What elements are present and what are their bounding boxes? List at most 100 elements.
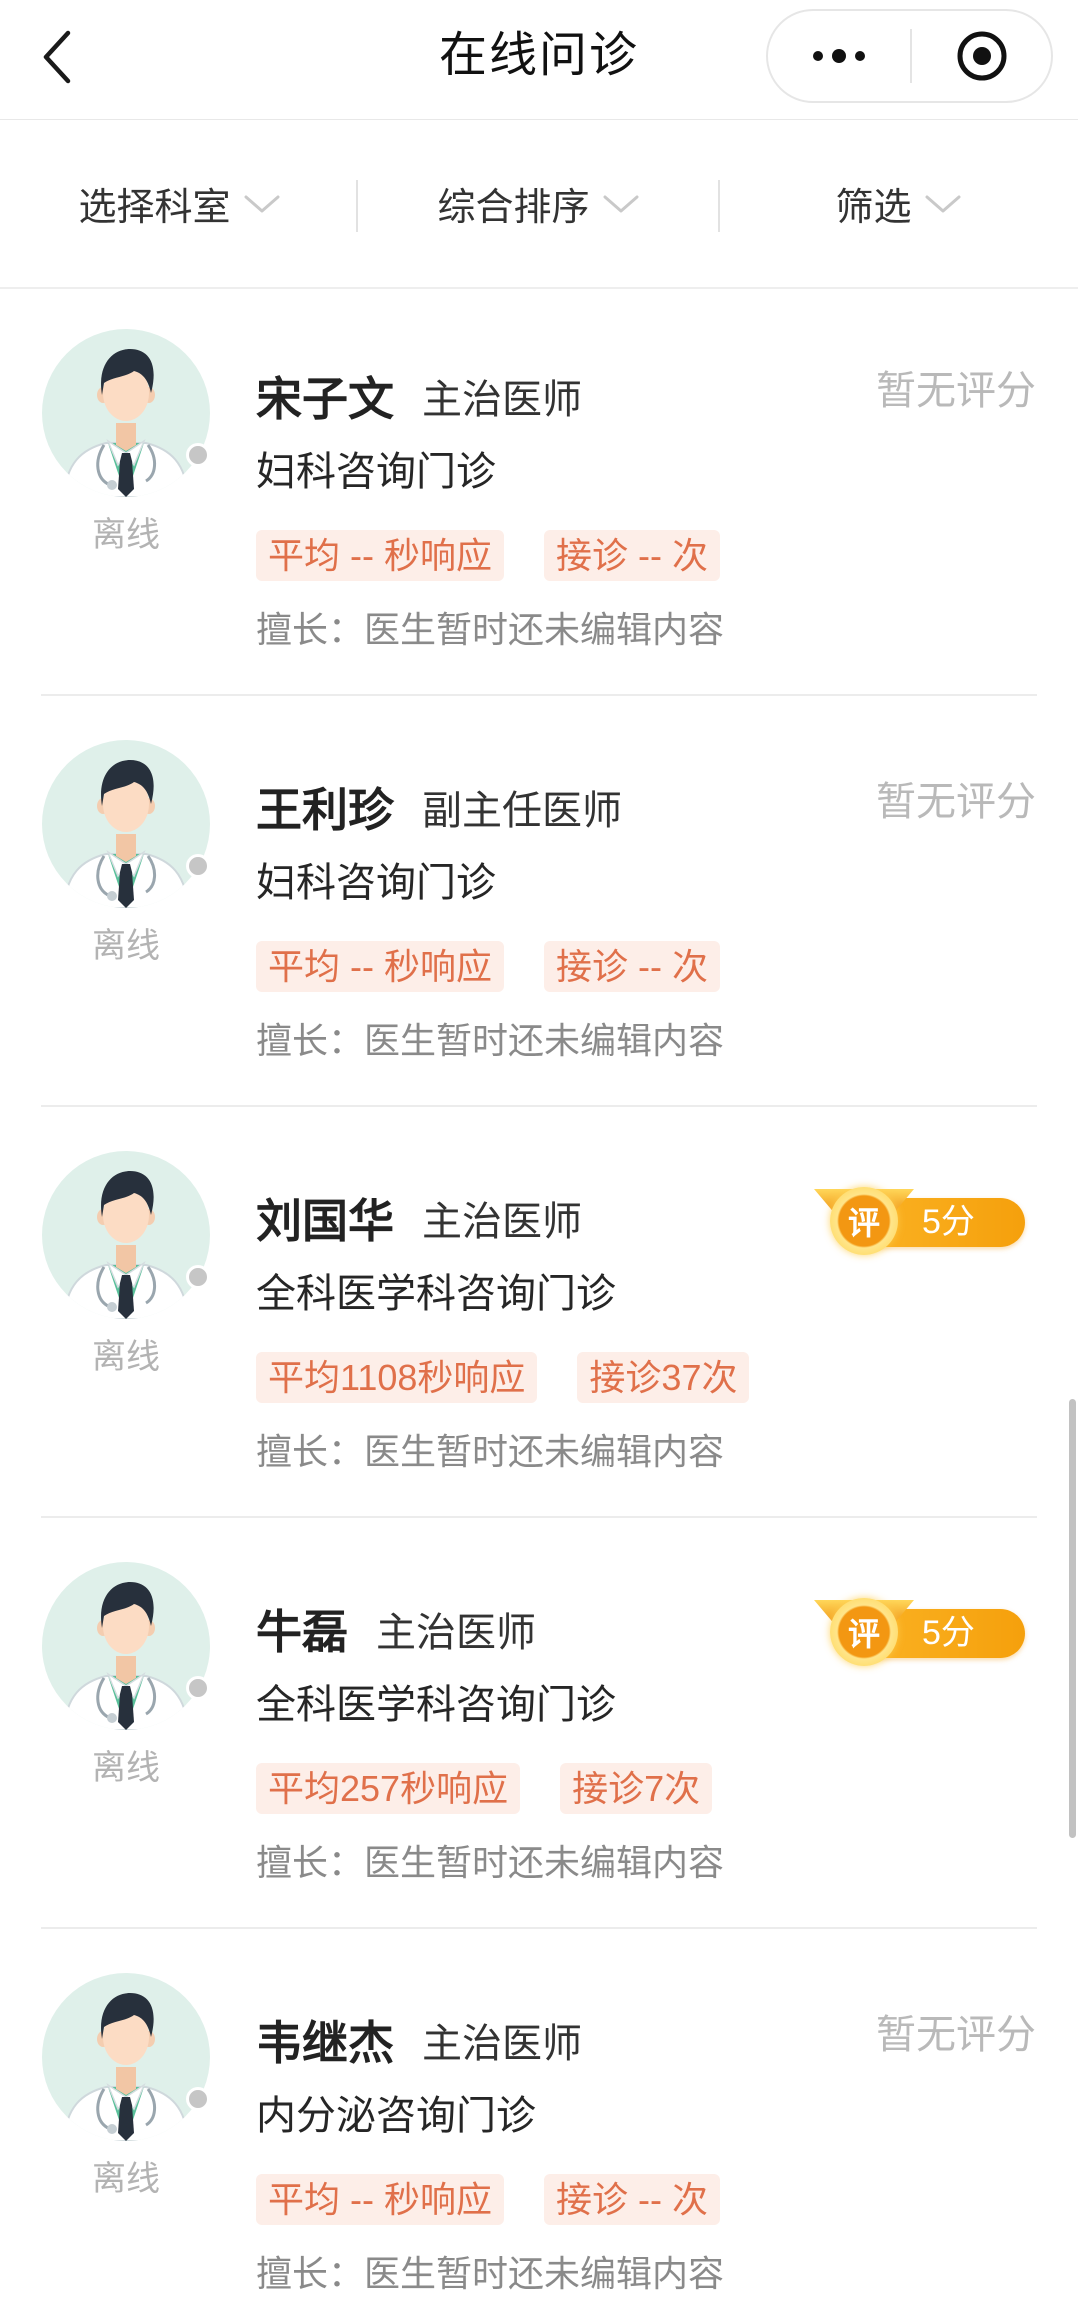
expertise-text: 医生暂时还未编辑内容 [364, 1431, 725, 1472]
nav-bar: 在线问诊 [0, 0, 1078, 120]
doctor-title: 主治医师 [422, 378, 582, 422]
expertise-text: 医生暂时还未编辑内容 [364, 2253, 725, 2294]
doctor-tags: 平均 -- 秒响应 接诊 -- 次 [256, 530, 760, 581]
rating-badge: 评 5分 [814, 1598, 1025, 1666]
response-time-tag: 平均 -- 秒响应 [256, 530, 504, 581]
doctor-avatar [42, 1562, 210, 1730]
filter-bar: 选择科室 综合排序 筛选 [0, 120, 1078, 289]
doctor-expertise: 擅长：医生暂时还未编辑内容 [256, 2254, 724, 2294]
doctor-avatar [42, 1151, 210, 1319]
doctor-name: 王利珍 [256, 784, 394, 836]
page-title: 在线问诊 [438, 29, 639, 82]
doctor-header: 牛磊 主治医师 [256, 1600, 536, 1658]
doctor-header: 王利珍 副主任医师 [256, 778, 622, 836]
online-status: 离线 [92, 2160, 160, 2198]
doctor-avatar [42, 740, 210, 908]
doctor-header: 韦继杰 主治医师 [256, 2011, 582, 2069]
rating-empty-text: 暂无评分 [876, 2013, 1036, 2057]
doctor-expertise: 擅长：医生暂时还未编辑内容 [256, 1021, 724, 1061]
chevron-down-icon [244, 195, 279, 212]
filter-label: 选择科室 [78, 187, 231, 229]
rating-medal-icon: 评 [830, 1187, 898, 1255]
rating-badge: 评 5分 [814, 1187, 1025, 1255]
doctor-name: 宋子文 [256, 373, 394, 425]
doctor-title: 主治医师 [376, 1611, 536, 1655]
offline-dot-icon [186, 854, 210, 878]
doctor-department: 内分泌咨询门诊 [256, 2094, 536, 2138]
doctor-header: 宋子文 主治医师 [256, 367, 582, 425]
close-mini-program-button[interactable] [912, 11, 1051, 101]
rating-medal-icon: 评 [830, 1598, 898, 1666]
offline-dot-icon [186, 2087, 210, 2111]
target-circle-icon [957, 31, 1006, 81]
online-status: 离线 [92, 1338, 160, 1376]
doctor-tags: 平均 -- 秒响应 接诊 -- 次 [256, 2174, 760, 2225]
response-time-tag: 平均257秒响应 [256, 1763, 521, 1814]
online-status: 离线 [92, 927, 160, 965]
doctor-tags: 平均 -- 秒响应 接诊 -- 次 [256, 941, 760, 992]
expertise-text: 医生暂时还未编辑内容 [364, 1842, 725, 1883]
chevron-down-icon [925, 195, 960, 212]
consult-count-tag: 接诊 -- 次 [543, 530, 720, 581]
doctor-card[interactable]: 离线 刘国华 主治医师 评 5分 全科医学科咨询门诊 平均1108秒响应 接诊3… [0, 1107, 1078, 1518]
doctor-tags: 平均257秒响应 接诊7次 [256, 1763, 752, 1814]
more-button[interactable] [768, 11, 910, 101]
expertise-text: 医生暂时还未编辑内容 [364, 609, 725, 650]
rating-score: 5分 [922, 1614, 975, 1652]
doctor-avatar [42, 1973, 210, 2141]
expertise-label: 擅长： [256, 1020, 365, 1061]
back-button[interactable] [32, 24, 82, 90]
filter-screen[interactable]: 筛选 [719, 120, 1078, 287]
consult-count-tag: 接诊 -- 次 [543, 2174, 720, 2225]
doctor-header: 刘国华 主治医师 [256, 1189, 582, 1247]
doctor-avatar [42, 329, 210, 497]
doctor-title: 副主任医师 [422, 789, 622, 833]
doctor-avatar-icon [42, 1151, 210, 1319]
doctor-title: 主治医师 [422, 1200, 582, 1244]
rating-empty-text: 暂无评分 [876, 780, 1036, 824]
doctor-name: 韦继杰 [256, 2017, 394, 2069]
consult-count-tag: 接诊7次 [560, 1763, 713, 1814]
doctor-name: 牛磊 [256, 1606, 348, 1658]
offline-dot-icon [186, 443, 210, 467]
filter-label: 筛选 [835, 187, 912, 229]
chevron-down-icon [603, 195, 638, 212]
chevron-left-icon [43, 30, 71, 84]
expertise-label: 擅长： [256, 609, 365, 650]
online-status: 离线 [92, 1749, 160, 1787]
doctor-department: 全科医学科咨询门诊 [256, 1683, 616, 1727]
online-status: 离线 [92, 516, 160, 554]
filter-sort[interactable]: 综合排序 [359, 120, 718, 287]
consult-count-tag: 接诊 -- 次 [543, 941, 720, 992]
doctor-title: 主治医师 [422, 2022, 582, 2066]
rating-score: 5分 [922, 1203, 975, 1241]
offline-dot-icon [186, 1265, 210, 1289]
doctor-department: 妇科咨询门诊 [256, 450, 496, 494]
doctor-card[interactable]: 离线 韦继杰 主治医师 暂无评分 内分泌咨询门诊 平均 -- 秒响应 接诊 --… [0, 1929, 1078, 2297]
rating-empty-text: 暂无评分 [876, 369, 1036, 413]
offline-dot-icon [186, 1676, 210, 1700]
expertise-label: 擅长： [256, 1842, 365, 1883]
medal-label: 评 [847, 1205, 880, 1241]
expertise-label: 擅长： [256, 2253, 365, 2294]
doctor-card[interactable]: 离线 牛磊 主治医师 评 5分 全科医学科咨询门诊 平均257秒响应 接诊7次 … [0, 1518, 1078, 1929]
response-time-tag: 平均 -- 秒响应 [256, 2174, 504, 2225]
doctor-card[interactable]: 离线 王利珍 副主任医师 暂无评分 妇科咨询门诊 平均 -- 秒响应 接诊 --… [0, 696, 1078, 1107]
doctor-tags: 平均1108秒响应 接诊37次 [256, 1352, 789, 1403]
doctor-avatar-icon [42, 329, 210, 497]
doctor-expertise: 擅长：医生暂时还未编辑内容 [256, 610, 724, 650]
expertise-label: 擅长： [256, 1431, 365, 1472]
filter-divider [356, 180, 358, 232]
doctor-department: 全科医学科咨询门诊 [256, 1272, 616, 1316]
response-time-tag: 平均 -- 秒响应 [256, 941, 504, 992]
expertise-text: 医生暂时还未编辑内容 [364, 1020, 725, 1061]
doctor-card[interactable]: 离线 宋子文 主治医师 暂无评分 妇科咨询门诊 平均 -- 秒响应 接诊 -- … [0, 285, 1078, 696]
doctor-expertise: 擅长：医生暂时还未编辑内容 [256, 1843, 724, 1883]
consult-count-tag: 接诊37次 [577, 1352, 750, 1403]
filter-department[interactable]: 选择科室 [0, 120, 359, 287]
scrollbar[interactable] [1069, 1399, 1076, 1838]
doctor-avatar-icon [42, 1562, 210, 1730]
filter-label: 综合排序 [437, 187, 590, 229]
more-dots-icon [813, 49, 865, 63]
medal-label: 评 [847, 1616, 880, 1652]
